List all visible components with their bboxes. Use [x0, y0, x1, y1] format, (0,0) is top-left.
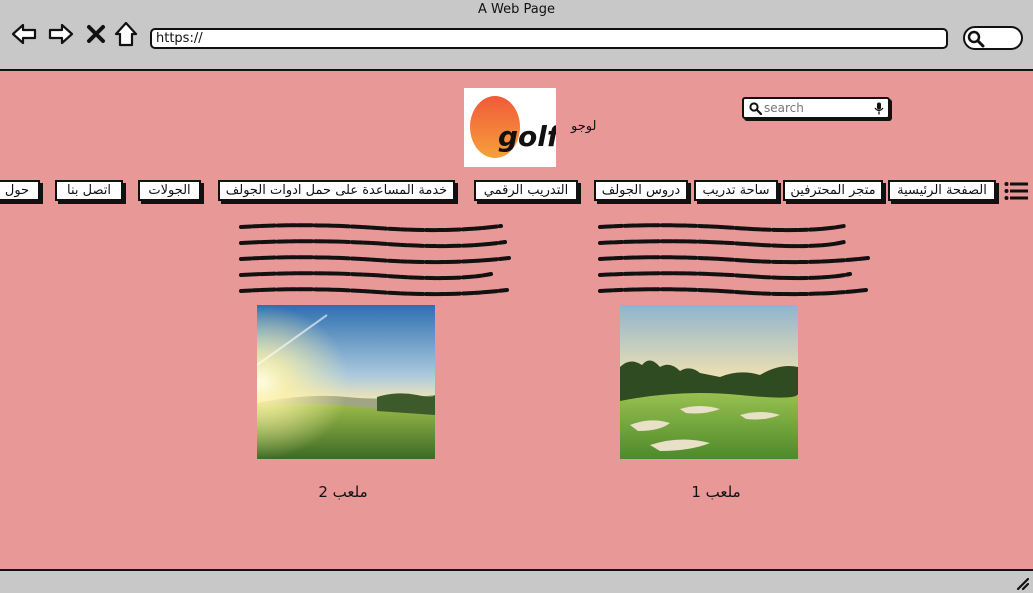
forward-arrow-icon[interactable] — [47, 20, 75, 48]
home-icon[interactable] — [112, 20, 140, 48]
nav-pro-shop[interactable]: متجر المحترفين — [783, 180, 883, 201]
url-bar[interactable]: https:// — [150, 28, 948, 49]
nav-contact[interactable]: اتصل بنا — [55, 180, 123, 201]
nav-tours[interactable]: الجولات — [138, 180, 201, 201]
course-1-image — [620, 305, 798, 459]
window-title: A Web Page — [478, 2, 555, 17]
site-search[interactable] — [742, 97, 890, 119]
logo-label: لوجو — [571, 119, 597, 134]
status-bar — [0, 571, 1033, 593]
close-icon[interactable] — [84, 20, 108, 48]
course-2-caption: ملعب 2 — [318, 483, 368, 501]
back-arrow-icon[interactable] — [10, 20, 38, 48]
logo-text: golf — [498, 120, 556, 153]
page-content: golf لوجو الصفحة الرئيسية متجر المحترفين… — [0, 69, 1033, 571]
search-icon — [749, 102, 762, 115]
text-placeholder-left — [239, 223, 511, 297]
microphone-icon[interactable] — [874, 102, 884, 115]
course-2-image — [257, 305, 435, 459]
search-icon — [967, 30, 985, 48]
course-1-caption: ملعب 1 — [691, 483, 741, 501]
search-input[interactable] — [764, 100, 874, 116]
browser-search-field[interactable] — [963, 26, 1023, 50]
logo[interactable]: golf — [464, 88, 563, 167]
nav-golf-lessons[interactable]: دروس الجولف — [594, 180, 688, 201]
nav-home[interactable]: الصفحة الرئيسية — [888, 180, 996, 201]
text-placeholder-right — [598, 223, 870, 297]
nav-about[interactable]: حول — [0, 180, 40, 201]
menu-icon[interactable] — [1004, 181, 1028, 201]
nav-driving-range[interactable]: ساحة تدريب — [694, 180, 778, 201]
nav-caddie-service[interactable]: خدمة المساعدة على حمل ادوات الجولف — [218, 180, 455, 201]
resize-grip-icon[interactable] — [1015, 576, 1029, 590]
nav-digital-training[interactable]: التدريب الرقمي — [474, 180, 578, 201]
